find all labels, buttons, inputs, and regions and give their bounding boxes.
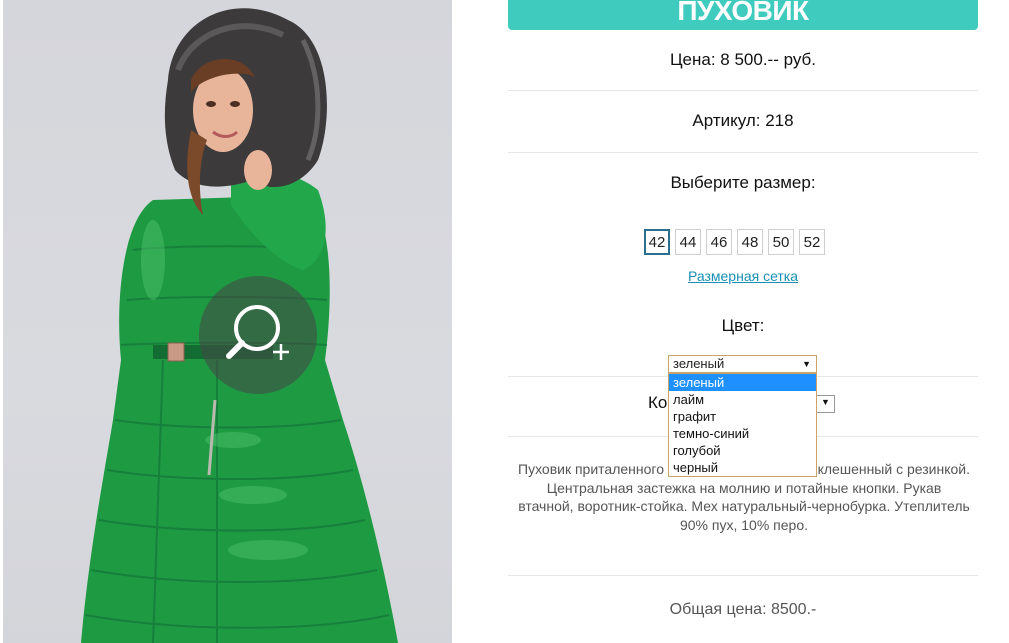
dropdown-arrow-icon: ▼ (802, 359, 811, 369)
size-chart-link[interactable]: Размерная сетка (508, 268, 978, 284)
size-option[interactable]: 52 (799, 229, 825, 255)
quantity-label: Ко (648, 393, 668, 412)
color-label: Цвет: (721, 316, 765, 335)
description-line1-right: клешенный с резинкой. (817, 461, 970, 477)
product-photo[interactable] (3, 0, 452, 643)
quantity-select[interactable]: ▼ (817, 395, 835, 413)
divider (508, 90, 978, 91)
description-rest: Центральная застежка на молнию и потайны… (518, 479, 970, 533)
color-select-value: зеленый (673, 356, 725, 371)
color-option[interactable]: темно-синий (669, 425, 816, 442)
size-option[interactable]: 48 (737, 229, 763, 255)
color-select[interactable]: зеленый ▼ (668, 355, 817, 373)
zoom-button[interactable] (199, 276, 317, 394)
color-option[interactable]: лайм (669, 391, 816, 408)
product-title: ПУХОВИК (677, 0, 809, 26)
divider (508, 152, 978, 153)
product-details-panel: ПУХОВИК Цена: 8 500.-- руб. Артикул: 218… (508, 0, 978, 643)
choose-size-label: Выберите размер: (670, 173, 816, 192)
price-text: Цена: 8 500.-- руб. (669, 50, 817, 69)
size-selector: 42 44 46 48 50 52 (644, 229, 825, 255)
description-line1-left: Пуховик приталенного (518, 461, 664, 477)
article-text: Артикул: 218 (692, 111, 794, 130)
color-dropdown-list: зеленый лайм графит темно-синий голубой … (668, 373, 817, 477)
zoom-in-icon (226, 305, 289, 360)
size-option[interactable]: 42 (644, 229, 670, 255)
color-option[interactable]: зеленый (669, 374, 816, 391)
dropdown-arrow-icon: ▼ (821, 397, 830, 407)
color-option[interactable]: черный (669, 459, 816, 476)
color-option[interactable]: голубой (669, 442, 816, 459)
divider (508, 575, 978, 576)
total-price: Общая цена: 8500.- (669, 601, 817, 618)
product-title-bar: ПУХОВИК (508, 0, 978, 30)
color-option[interactable]: графит (669, 408, 816, 425)
size-option[interactable]: 50 (768, 229, 794, 255)
size-option[interactable]: 46 (706, 229, 732, 255)
size-option[interactable]: 44 (675, 229, 701, 255)
